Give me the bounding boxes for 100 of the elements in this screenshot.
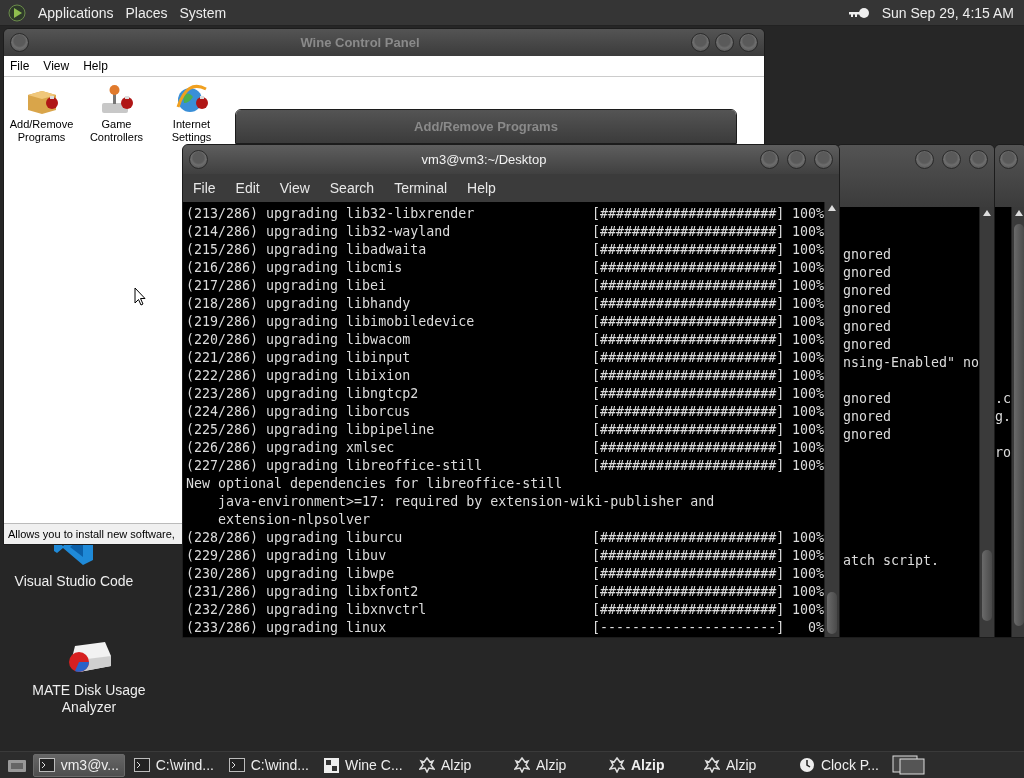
terminal-line: (229/286) upgrading libuv — [186, 547, 388, 565]
taskbar-item[interactable]: Alzip — [603, 753, 695, 777]
percent-text: 100% — [790, 385, 824, 403]
percent-text: 100% — [790, 349, 824, 367]
terminal-line: (224/286) upgrading liborcus — [186, 403, 412, 421]
terminal-line: gnored — [843, 300, 892, 318]
taskbar-item[interactable]: Clock P... — [793, 753, 885, 777]
taskbar-item[interactable]: C:\wind... — [128, 753, 220, 777]
window-menu-button[interactable] — [189, 150, 208, 169]
percent-text: 100% — [790, 583, 824, 601]
percent-text: 100% — [790, 313, 824, 331]
app-menu-logo-icon[interactable] — [8, 3, 26, 22]
code-editor-icon[interactable] — [53, 545, 95, 567]
close-button[interactable] — [739, 33, 758, 52]
progress-bar-text: [----------------------] — [592, 619, 785, 637]
terminal-line: ro — [995, 444, 1011, 462]
progress-bar-text: [######################] — [592, 241, 785, 259]
terminal-icon — [39, 758, 55, 772]
applet-label[interactable]: Game Controllers — [79, 118, 154, 144]
scrollbar[interactable] — [824, 202, 839, 637]
window-menu-button[interactable] — [999, 150, 1018, 169]
percent-text: 100% — [790, 205, 824, 223]
terminal-icon — [229, 758, 245, 772]
panel-menu[interactable]: Applications — [38, 4, 114, 21]
taskbar-item[interactable]: Wine C... — [318, 753, 410, 777]
terminal-line: (213/286) upgrading lib32-libxrender — [186, 205, 476, 223]
scrollbar-thumb[interactable] — [1014, 224, 1024, 626]
desktop-icon-label[interactable]: MATE Disk Usage Analyzer — [24, 682, 154, 716]
progress-bar-text: [######################] — [592, 277, 785, 295]
terminal-line: (226/286) upgrading xmlsec — [186, 439, 396, 457]
terminal-line: gnored — [843, 408, 892, 426]
percent-text: 100% — [790, 241, 824, 259]
percent-text: 100% — [790, 421, 824, 439]
desktop-icon-label[interactable]: Visual Studio Code — [14, 573, 134, 590]
panel-clock[interactable]: Sun Sep 29, 4:15 AM — [881, 4, 1014, 21]
terminal-line: g. — [995, 408, 1011, 426]
terminal-line: (220/286) upgrading libwacom — [186, 331, 412, 349]
taskbar-item[interactable]: vm3@v... — [33, 753, 125, 777]
close-button[interactable] — [814, 150, 833, 169]
scrollbar[interactable] — [1011, 207, 1024, 637]
menu-item[interactable]: Search — [329, 180, 375, 196]
menu-item[interactable]: View — [279, 180, 310, 196]
maximize-button[interactable] — [787, 150, 806, 169]
percent-text: 100% — [790, 403, 824, 421]
terminal-line: (214/286) upgrading lib32-wayland — [186, 223, 452, 241]
window-title: Wine Control Panel — [299, 35, 421, 50]
scrollbar-thumb[interactable] — [982, 550, 992, 622]
minimize-button[interactable] — [691, 33, 710, 52]
applet-label[interactable]: Add/Remove Programs — [4, 118, 79, 144]
window-icon — [324, 757, 339, 773]
scroll-up-icon[interactable] — [1015, 210, 1023, 216]
taskbar-item[interactable]: Alzip — [698, 753, 790, 777]
scrollbar-thumb[interactable] — [827, 591, 837, 634]
terminal-line: gnored — [843, 264, 892, 282]
terminal-line: gnored — [843, 336, 892, 354]
progress-bar-text: [######################] — [592, 205, 785, 223]
taskbar-item[interactable]: Alzip — [413, 753, 505, 777]
menu-item[interactable]: View — [43, 59, 70, 73]
key-icon[interactable] — [847, 6, 870, 19]
panel-menu[interactable]: System — [179, 4, 227, 21]
scroll-up-icon[interactable] — [983, 210, 991, 216]
progress-bar-text: [######################] — [592, 313, 785, 331]
terminal-line: (230/286) upgrading libwpe — [186, 565, 396, 583]
percent-text: 100% — [790, 601, 824, 619]
menu-item[interactable]: Help — [83, 59, 108, 73]
window-title: Add/Remove Programs — [413, 119, 559, 134]
maximize-button[interactable] — [715, 33, 734, 52]
joystick-icon[interactable] — [99, 83, 134, 115]
scrollbar[interactable] — [979, 207, 994, 637]
percent-text: 0% — [807, 619, 824, 637]
workspace-switcher-icon[interactable] — [892, 755, 926, 775]
percent-text: 100% — [790, 259, 824, 277]
terminal-line: (215/286) upgrading libadwaita — [186, 241, 428, 259]
applet-label[interactable]: Internet Settings — [154, 118, 229, 144]
percent-text: 100% — [790, 565, 824, 583]
globe-icon[interactable] — [174, 83, 209, 115]
close-button[interactable] — [969, 150, 988, 169]
progress-bar-text: [######################] — [592, 547, 785, 565]
panel-menu[interactable]: Places — [125, 4, 168, 21]
window-menu-button[interactable] — [10, 33, 29, 52]
terminal-line: gnored — [843, 426, 892, 444]
minimize-button[interactable] — [915, 150, 934, 169]
title-bar[interactable]: vm3@vm3:~/Desktop — [183, 145, 839, 174]
terminal-icon — [134, 758, 150, 772]
taskbar-item[interactable]: C:\wind... — [223, 753, 315, 777]
terminal-line: atch script. — [843, 552, 940, 570]
menu-item[interactable]: Edit — [235, 180, 260, 196]
minimize-button[interactable] — [760, 150, 779, 169]
menu-item[interactable]: File — [10, 59, 30, 73]
terminal-line: (227/286) upgrading libreoffice-still — [186, 457, 484, 475]
terminal-line: New optional dependencies for libreoffice-still — [186, 475, 563, 493]
maximize-button[interactable] — [942, 150, 961, 169]
menu-item[interactable]: Help — [467, 180, 496, 196]
progress-bar-text: [######################] — [592, 565, 785, 583]
taskbar-item[interactable]: Alzip — [508, 753, 600, 777]
menu-item[interactable]: File — [193, 180, 216, 196]
scroll-up-icon[interactable] — [828, 205, 836, 211]
percent-text: 100% — [790, 223, 824, 241]
terminal-line: .c — [995, 390, 1011, 408]
menu-item[interactable]: Terminal — [394, 180, 448, 196]
